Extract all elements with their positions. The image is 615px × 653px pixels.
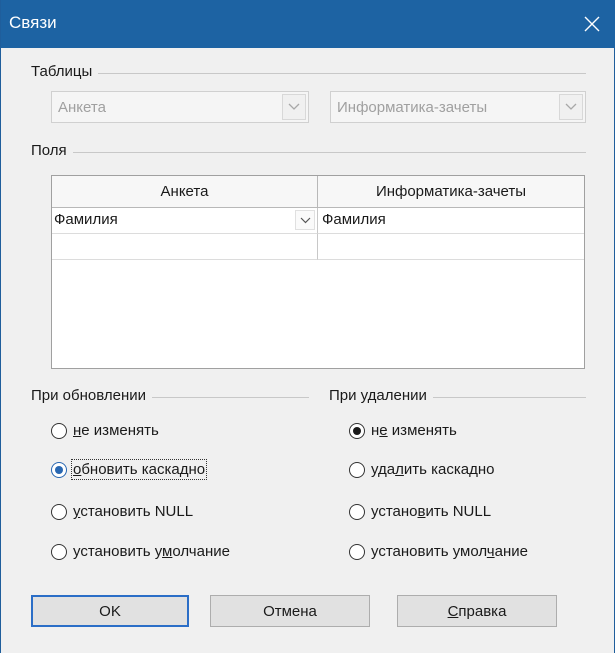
right-table-value: Информатика-зачеты xyxy=(337,99,488,116)
left-table-value: Анкета xyxy=(58,99,106,116)
fields-rule xyxy=(31,152,586,153)
close-icon xyxy=(584,16,600,32)
radio-dot xyxy=(349,461,365,478)
fields-grid: Анкета Информатика-зачеты Фамилия Фамили… xyxy=(51,175,585,369)
help-button[interactable]: Справка xyxy=(397,595,557,627)
window-title: Связи xyxy=(9,13,57,32)
left-table-dropdown[interactable] xyxy=(282,94,306,120)
on-delete-label: При удалении xyxy=(329,387,433,404)
radio-dot xyxy=(349,503,365,520)
field-cell-right-empty[interactable] xyxy=(318,234,584,260)
radio-dot-selected xyxy=(349,422,365,439)
radio-dot xyxy=(51,422,67,439)
update-no-action-radio[interactable]: не изменять xyxy=(51,422,159,439)
close-button[interactable] xyxy=(568,0,615,48)
ok-button[interactable]: OK xyxy=(31,595,189,627)
on-update-label: При обновлении xyxy=(31,387,152,404)
field-cell-left[interactable]: Фамилия xyxy=(52,208,318,234)
update-option-label: обновить каскадно xyxy=(70,459,208,480)
chevron-down-icon xyxy=(300,217,310,223)
ok-button-label: OK xyxy=(99,602,121,620)
update-option-label: не изменять xyxy=(73,422,159,439)
radio-dot-selected xyxy=(51,461,67,478)
field-cell-right[interactable]: Фамилия xyxy=(318,208,584,234)
fields-label: Поля xyxy=(31,142,73,159)
delete-option-label: удалить каскадно xyxy=(371,461,495,478)
left-table-select[interactable]: Анкета xyxy=(51,91,309,123)
delete-set-default-radio[interactable]: установить умолчание xyxy=(349,543,528,560)
chevron-down-icon xyxy=(288,103,300,110)
right-table-dropdown[interactable] xyxy=(559,94,583,120)
field-dropdown[interactable] xyxy=(295,210,315,230)
field-cell-left-text: Фамилия xyxy=(54,211,118,228)
update-set-null-radio[interactable]: установить NULL xyxy=(51,503,193,520)
field-cell-left-empty[interactable] xyxy=(52,234,318,260)
update-option-label: установить NULL xyxy=(73,503,194,520)
delete-set-null-radio[interactable]: установить NULL xyxy=(349,503,491,520)
column-header-right: Информатика-зачеты xyxy=(318,176,584,208)
radio-dot xyxy=(349,543,365,560)
update-cascade-radio[interactable]: обновить каскадно xyxy=(51,459,208,480)
delete-option-label: установить NULL xyxy=(371,503,492,520)
help-button-label: Справка xyxy=(447,602,507,620)
delete-option-label: не изменять xyxy=(371,422,457,439)
right-table-select[interactable]: Информатика-зачеты xyxy=(330,91,586,123)
chevron-down-icon xyxy=(565,103,577,110)
cancel-button-label: Отмена xyxy=(263,602,317,620)
relations-dialog: Связи Таблицы Анкета Информатика-зачеты … xyxy=(0,0,615,653)
radio-dot xyxy=(51,503,67,520)
cancel-button[interactable]: Отмена xyxy=(210,595,370,627)
update-set-default-radio[interactable]: установить умолчание xyxy=(51,543,230,560)
delete-no-action-radio[interactable]: не изменять xyxy=(349,422,457,439)
field-cell-right-text: Фамилия xyxy=(322,211,386,228)
tables-label: Таблицы xyxy=(31,63,99,80)
title-bar: Связи xyxy=(1,0,615,48)
update-option-label: установить умолчание xyxy=(73,543,230,560)
tables-rule xyxy=(31,73,586,74)
delete-cascade-radio[interactable]: удалить каскадно xyxy=(349,461,494,478)
column-header-left: Анкета xyxy=(52,176,318,208)
delete-option-label: установить умолчание xyxy=(371,543,528,560)
radio-dot xyxy=(51,543,67,560)
